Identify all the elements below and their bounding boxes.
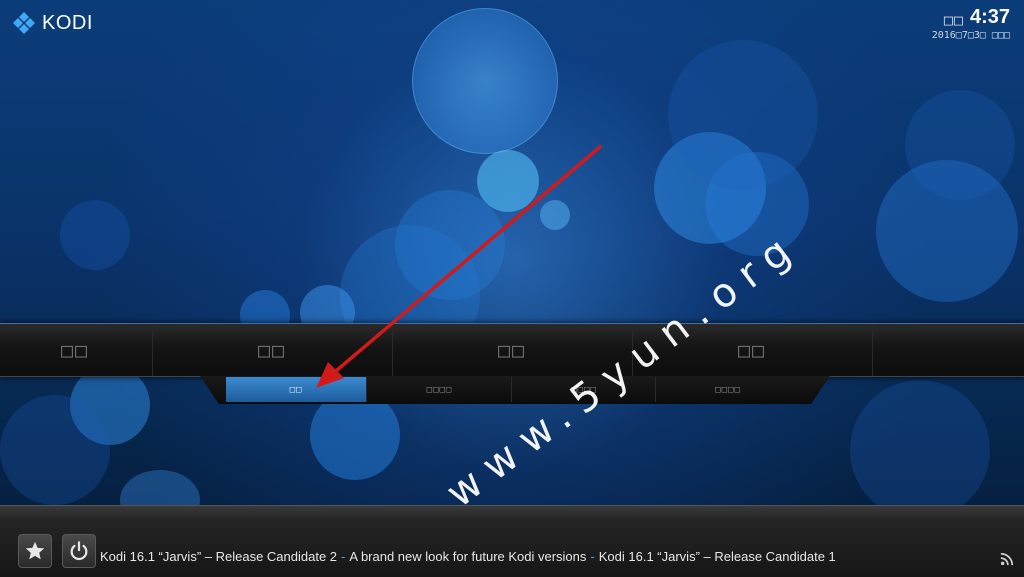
power-icon: [70, 541, 88, 561]
sub-menu-item-active[interactable]: □□: [226, 377, 367, 402]
ticker-separator: -: [341, 549, 346, 564]
clock-day-label: □□: [943, 11, 964, 29]
rss-icon: [1000, 552, 1014, 566]
bokeh-circle: [412, 8, 558, 154]
bokeh-circle: [905, 90, 1015, 200]
kodi-logo: KODI: [12, 10, 93, 36]
ticker-item[interactable]: Kodi 16.1 “Jarvis” – Release Candidate 2: [100, 549, 337, 564]
clock-date: 2016□7□3□ □□□: [931, 30, 1010, 41]
power-button[interactable]: [62, 534, 96, 568]
clock: □□ 4:37 2016□7□3□ □□□: [932, 6, 1010, 41]
sub-menu-item[interactable]: □□□□: [368, 377, 512, 402]
app-name: KODI: [42, 11, 93, 34]
favourites-button[interactable]: [18, 534, 52, 568]
ticker-separator: -: [590, 549, 595, 564]
main-menu: □□ □□ □□ □□: [0, 323, 1024, 377]
star-icon: [25, 541, 45, 560]
bokeh-circle: [850, 380, 990, 520]
background: [0, 0, 1024, 576]
bokeh-circle: [60, 200, 130, 270]
main-menu-item-spacer: [872, 324, 1024, 376]
sub-menu: □□ □□□□ □□□□ □□□□: [200, 376, 830, 404]
footer-bar: [0, 505, 1024, 577]
sub-menu-item[interactable]: □□□□: [657, 377, 799, 402]
main-menu-item[interactable]: □□: [152, 324, 391, 376]
ticker-item[interactable]: A brand new look for future Kodi version…: [349, 549, 586, 564]
bokeh-circle: [0, 395, 110, 505]
kodi-logo-icon: [13, 12, 35, 34]
bokeh-circle: [540, 200, 570, 230]
clock-time: 4:37: [969, 6, 1010, 28]
ticker-item[interactable]: Kodi 16.1 “Jarvis” – Release Candidate 1: [599, 549, 836, 564]
main-menu-item[interactable]: □□: [0, 324, 150, 376]
rss-ticker: Kodi 16.1 “Jarvis” – Release Candidate 2…: [100, 549, 836, 564]
bokeh-circle: [668, 40, 818, 190]
